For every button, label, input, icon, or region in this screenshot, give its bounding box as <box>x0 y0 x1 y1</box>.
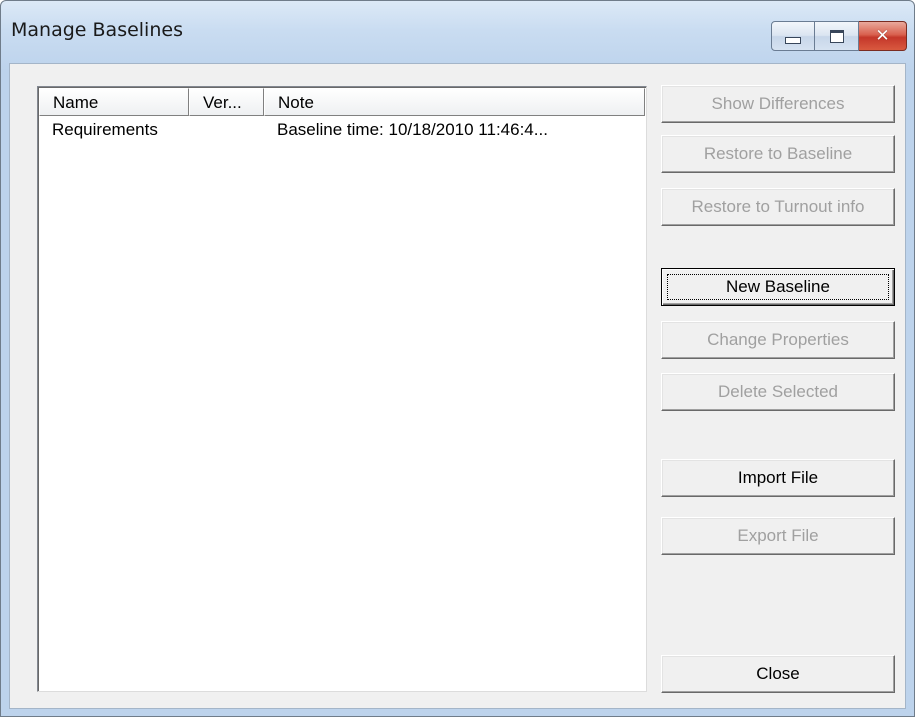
new-baseline-label: New Baseline <box>726 277 830 296</box>
restore-to-turnout-button[interactable]: Restore to Turnout info <box>661 188 895 226</box>
export-file-button[interactable]: Export File <box>661 517 895 555</box>
baselines-list[interactable]: Name Ver... Note Requirements Baseline t… <box>37 86 647 692</box>
title-bar[interactable]: Manage Baselines ✕ <box>1 1 914 63</box>
column-header-name[interactable]: Name <box>39 88 189 116</box>
list-header: Name Ver... Note <box>39 88 645 116</box>
close-icon: ✕ <box>875 25 890 46</box>
minimize-icon <box>785 36 801 44</box>
column-header-note[interactable]: Note <box>264 88 645 116</box>
restore-to-baseline-label: Restore to Baseline <box>703 144 853 163</box>
caption-buttons: ✕ <box>771 21 907 51</box>
restore-to-turnout-label: Restore to Turnout info <box>691 197 865 216</box>
list-item-note: Baseline time: 10/18/2010 11:46:4... <box>277 120 548 139</box>
manage-baselines-window: Manage Baselines ✕ Name Ver... Note Requ… <box>0 0 915 717</box>
close-button[interactable]: Close <box>661 655 895 693</box>
minimize-button[interactable] <box>771 21 815 51</box>
maximize-button[interactable] <box>815 21 859 51</box>
close-label: Close <box>756 664 800 683</box>
show-differences-label: Show Differences <box>711 94 845 113</box>
delete-selected-label: Delete Selected <box>717 382 839 401</box>
new-baseline-button[interactable]: New Baseline <box>661 268 895 306</box>
change-properties-button[interactable]: Change Properties <box>661 321 895 359</box>
dialog-client-area: Name Ver... Note Requirements Baseline t… <box>9 63 906 709</box>
delete-selected-button[interactable]: Delete Selected <box>661 373 895 411</box>
import-file-label: Import File <box>737 468 819 487</box>
list-item[interactable]: Requirements Baseline time: 10/18/2010 1… <box>39 117 645 143</box>
column-header-version[interactable]: Ver... <box>189 88 264 116</box>
import-file-button[interactable]: Import File <box>661 459 895 497</box>
list-item-name: Requirements <box>52 120 158 139</box>
show-differences-button[interactable]: Show Differences <box>661 85 895 123</box>
window-title: Manage Baselines <box>11 19 183 41</box>
export-file-label: Export File <box>737 526 819 545</box>
maximize-icon <box>829 29 844 43</box>
restore-to-baseline-button[interactable]: Restore to Baseline <box>661 135 895 173</box>
close-window-button[interactable]: ✕ <box>859 21 907 51</box>
change-properties-label: Change Properties <box>707 330 849 349</box>
list-rows: Requirements Baseline time: 10/18/2010 1… <box>39 117 645 143</box>
